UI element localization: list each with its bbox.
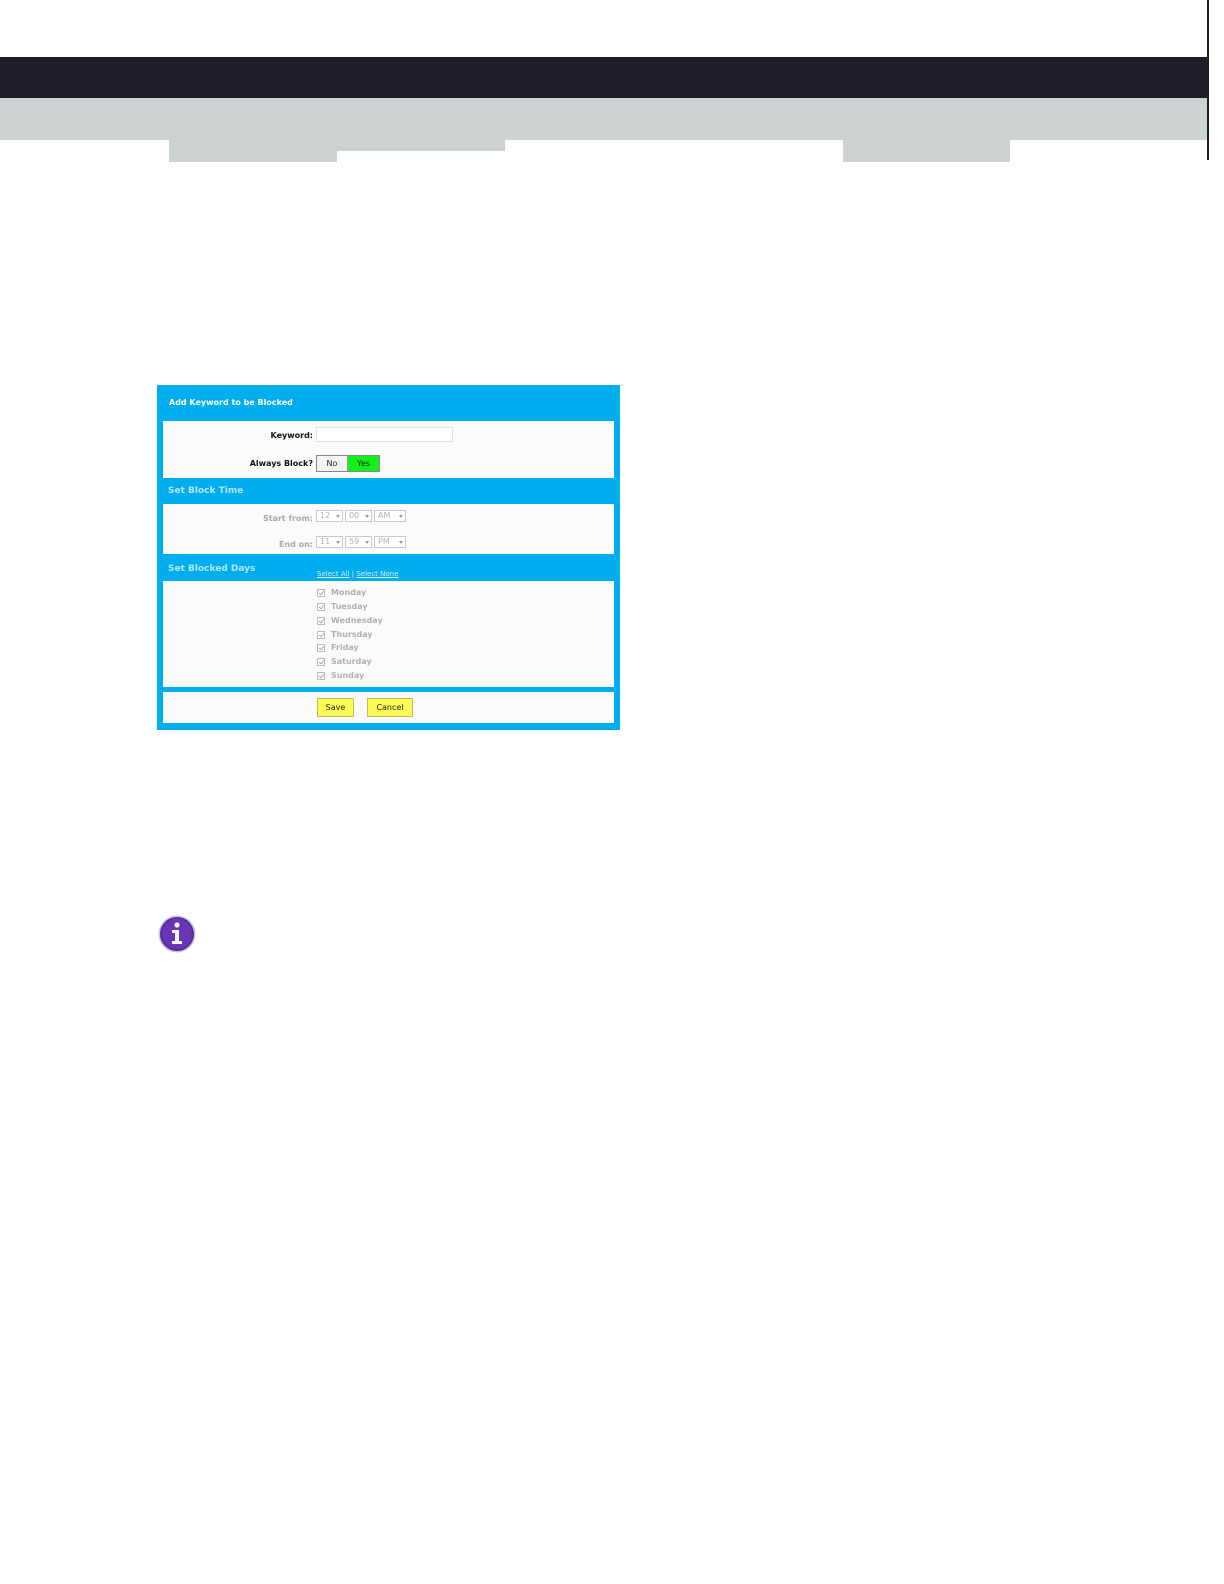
page-edge-line xyxy=(1207,0,1209,160)
chevron-down-icon xyxy=(399,515,403,518)
chevron-down-icon xyxy=(399,541,403,544)
day-friday[interactable]: Friday xyxy=(317,643,359,652)
chevron-down-icon xyxy=(365,541,369,544)
blocked-days-panel xyxy=(163,581,614,687)
blocked-days-title: Set Blocked Days xyxy=(168,564,256,574)
end-on-label: End on: xyxy=(278,540,313,549)
start-ampm-select[interactable]: AM xyxy=(374,510,406,522)
day-wednesday[interactable]: Wednesday xyxy=(317,616,383,625)
checkbox-monday[interactable] xyxy=(317,588,325,597)
checkbox-saturday[interactable] xyxy=(317,657,325,666)
end-ampm-select[interactable]: PM xyxy=(374,536,406,548)
nav-bar xyxy=(0,98,1207,140)
nav-tab-1[interactable] xyxy=(169,140,337,162)
day-label: Tuesday xyxy=(331,602,368,611)
end-minute-value: 59 xyxy=(349,537,360,546)
day-saturday[interactable]: Saturday xyxy=(317,657,372,666)
link-separator: | xyxy=(351,570,355,578)
dialog-title: Add Keyword to be Blocked xyxy=(169,398,293,407)
block-time-title: Set Block Time xyxy=(168,486,244,496)
end-minute-select[interactable]: 59 xyxy=(345,536,372,548)
day-label: Monday xyxy=(331,588,367,597)
end-ampm-value: PM xyxy=(378,537,390,546)
day-monday[interactable]: Monday xyxy=(317,588,366,597)
select-links: Select All | Select None xyxy=(317,570,398,578)
start-ampm-value: AM xyxy=(378,511,391,520)
day-sunday[interactable]: Sunday xyxy=(317,671,364,680)
checkbox-friday[interactable] xyxy=(317,643,325,652)
keyword-label: Keyword: xyxy=(270,431,313,440)
select-all-link[interactable]: Select All xyxy=(317,570,350,578)
day-label: Wednesday xyxy=(331,616,383,625)
start-minute-select[interactable]: 00 xyxy=(345,510,372,522)
always-block-toggle[interactable]: No Yes xyxy=(316,455,380,472)
start-hour-value: 12 xyxy=(320,511,331,520)
keyword-input[interactable] xyxy=(316,427,453,442)
header-bar xyxy=(0,57,1207,98)
checkbox-wednesday[interactable] xyxy=(317,616,325,625)
chevron-down-icon xyxy=(336,515,340,518)
end-hour-value: 11 xyxy=(320,537,331,546)
start-from-label: Start from: xyxy=(263,514,313,523)
chevron-down-icon xyxy=(365,515,369,518)
day-thursday[interactable]: Thursday xyxy=(317,630,373,639)
cancel-button[interactable]: Cancel xyxy=(367,698,413,717)
day-label: Friday xyxy=(331,643,359,652)
checkbox-thursday[interactable] xyxy=(317,630,325,639)
add-keyword-dialog: Add Keyword to be Blocked Keyword: Alway… xyxy=(157,385,620,730)
checkbox-sunday[interactable] xyxy=(317,671,325,680)
always-block-label: Always Block? xyxy=(249,459,313,468)
start-hour-select[interactable]: 12 xyxy=(316,510,343,522)
day-tuesday[interactable]: Tuesday xyxy=(317,602,368,611)
nav-tab-3[interactable] xyxy=(843,140,1010,162)
checkbox-tuesday[interactable] xyxy=(317,602,325,611)
chevron-down-icon xyxy=(336,541,340,544)
info-icon xyxy=(158,915,196,953)
nav-tab-2[interactable] xyxy=(337,140,505,151)
day-label: Thursday xyxy=(331,630,373,639)
always-block-yes[interactable]: Yes xyxy=(348,456,379,471)
always-block-no[interactable]: No xyxy=(317,456,348,471)
save-button[interactable]: Save xyxy=(317,698,354,717)
start-minute-value: 00 xyxy=(349,511,360,520)
end-hour-select[interactable]: 11 xyxy=(316,536,343,548)
select-none-link[interactable]: Select None xyxy=(356,570,398,578)
day-label: Saturday xyxy=(331,657,372,666)
day-label: Sunday xyxy=(331,671,365,680)
